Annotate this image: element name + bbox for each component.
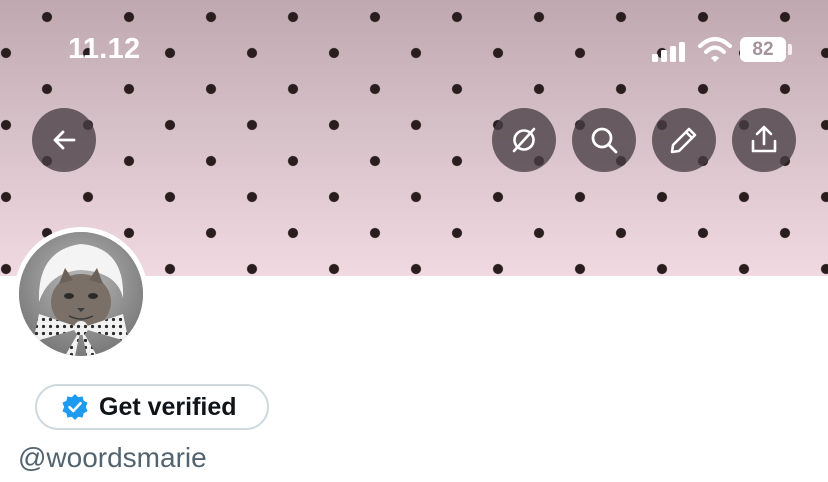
avatar[interactable] (19, 232, 143, 356)
battery-level: 82 (752, 39, 774, 60)
grok-button[interactable] (492, 108, 556, 172)
get-verified-label: Get verified (99, 392, 237, 421)
avatar-image (19, 232, 143, 356)
signal-icon (652, 40, 688, 62)
share-button[interactable] (732, 108, 796, 172)
search-button[interactable] (572, 108, 636, 172)
search-icon (591, 127, 618, 154)
battery-nub (788, 44, 792, 55)
share-icon (751, 125, 777, 153)
profile-handle: @woordsmarie (18, 442, 207, 473)
back-button[interactable] (32, 108, 96, 172)
status-time: 11.12 (68, 33, 141, 65)
verified-badge-icon (62, 394, 88, 420)
get-verified-button[interactable]: Get verified (35, 384, 269, 430)
battery-icon: 82 (740, 37, 786, 62)
edit-button[interactable] (652, 108, 716, 172)
back-arrow-icon (53, 130, 76, 150)
wifi-icon (698, 37, 732, 62)
pencil-icon (670, 127, 697, 154)
grok-icon (512, 127, 536, 153)
status-bar: 11.12 82 (0, 0, 828, 100)
